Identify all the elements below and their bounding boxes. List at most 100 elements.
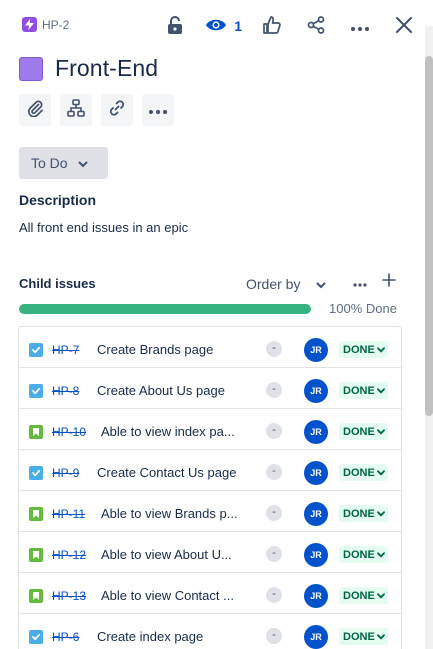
child-issues-header: Child issues Order by — [19, 273, 399, 294]
child-issue-key[interactable]: HP-12 — [52, 548, 86, 562]
task-checkbox-icon — [29, 466, 43, 480]
issue-title[interactable]: Front-End — [55, 55, 158, 82]
scrollbar-track[interactable] — [425, 26, 433, 649]
more-icon — [149, 101, 167, 119]
child-issue-key[interactable]: HP-9 — [52, 466, 79, 480]
status-lozenge-label: DONE — [343, 343, 375, 356]
child-issue-summary[interactable]: Create Brands page — [97, 342, 255, 357]
assignee-avatar[interactable]: JR — [304, 584, 328, 608]
child-issue-status-dropdown[interactable]: DONE — [339, 505, 388, 522]
child-issue-summary[interactable]: Able to view Contact ... — [101, 588, 247, 603]
unlock-icon — [167, 15, 183, 37]
child-issue-summary[interactable]: Create index page — [97, 629, 255, 644]
child-issue-key[interactable]: HP-7 — [52, 343, 79, 357]
paperclip-icon — [26, 99, 44, 122]
child-issue-summary[interactable]: Able to view About U... — [101, 547, 247, 562]
task-checkbox-icon — [29, 630, 43, 644]
status-lozenge-label: DONE — [343, 507, 375, 520]
child-issue-priority[interactable]: - — [266, 505, 282, 521]
assignee-avatar[interactable]: JR — [304, 461, 328, 485]
assignee-avatar[interactable]: JR — [304, 338, 328, 362]
child-issue-status-dropdown[interactable]: DONE — [339, 382, 388, 399]
child-issue-summary[interactable]: Create Contact Us page — [97, 465, 255, 480]
child-issue-key[interactable]: HP-10 — [52, 425, 86, 439]
link-issue-button[interactable] — [101, 94, 133, 126]
order-by-dropdown[interactable]: Order by — [246, 276, 326, 292]
child-issue-status-dropdown[interactable]: DONE — [339, 341, 388, 358]
status-lozenge-label: DONE — [343, 630, 375, 643]
assignee-avatar[interactable]: JR — [304, 625, 328, 649]
child-issue-key[interactable]: HP-13 — [52, 589, 86, 603]
assignee-avatar[interactable]: JR — [304, 543, 328, 567]
child-issue-row[interactable]: HP-13 Able to view Contact ... - JR DONE — [19, 573, 401, 614]
child-issues-progress-bar — [19, 304, 311, 314]
description-text[interactable]: All front end issues in an epic — [19, 220, 188, 235]
top-actions: 1 — [145, 12, 418, 40]
more-issue-actions-button[interactable] — [142, 94, 174, 126]
chevron-down-icon — [376, 590, 385, 602]
attach-button[interactable] — [19, 94, 51, 126]
child-issue-priority[interactable]: - — [266, 464, 282, 480]
epic-breadcrumb[interactable]: HP-2 — [22, 17, 69, 32]
add-child-issue-button[interactable] — [60, 94, 92, 126]
child-issue-summary[interactable]: Able to view Brands p... — [101, 506, 247, 521]
child-issue-summary[interactable]: Able to view index pa... — [101, 424, 247, 439]
assignee-avatar[interactable]: JR — [304, 379, 328, 403]
task-checkbox-icon — [29, 384, 43, 398]
close-button[interactable] — [390, 12, 418, 40]
more-icon — [353, 274, 367, 291]
child-issue-priority[interactable]: - — [266, 546, 282, 562]
share-button[interactable] — [302, 12, 330, 40]
child-issue-row[interactable]: HP-11 Able to view Brands p... - JR DONE — [19, 491, 401, 532]
eye-icon — [205, 18, 227, 35]
assignee-avatar[interactable]: JR — [304, 502, 328, 526]
child-issue-key[interactable]: HP-8 — [52, 384, 79, 398]
child-issue-row[interactable]: HP-7 Create Brands page - JR DONE — [19, 327, 401, 368]
status-dropdown[interactable]: To Do — [19, 147, 108, 179]
thumbs-up-icon — [263, 15, 281, 37]
child-issues-heading: Child issues — [19, 276, 96, 291]
child-issue-priority[interactable]: - — [266, 423, 282, 439]
child-issue-status-dropdown[interactable]: DONE — [339, 546, 388, 563]
plus-icon — [382, 273, 396, 291]
chevron-down-icon — [376, 549, 385, 561]
add-child-button[interactable] — [382, 273, 396, 292]
child-issue-row[interactable]: HP-8 Create About Us page - JR DONE — [19, 368, 401, 409]
chevron-down-icon — [376, 631, 385, 643]
issue-action-bar — [19, 94, 174, 126]
child-issue-row[interactable]: HP-12 Able to view About U... - JR DONE — [19, 532, 401, 573]
child-issue-priority[interactable]: - — [266, 628, 282, 644]
status-lozenge-label: DONE — [343, 548, 375, 561]
story-bookmark-icon — [29, 425, 43, 439]
child-issue-row[interactable]: HP-9 Create Contact Us page - JR DONE — [19, 450, 401, 491]
child-issue-row[interactable]: HP-6 Create index page - JR DONE — [19, 614, 401, 649]
watch-button[interactable]: 1 — [205, 12, 242, 40]
child-issue-row[interactable]: HP-10 Able to view index pa... - JR DONE — [19, 409, 401, 450]
share-icon — [307, 15, 325, 37]
chevron-down-icon — [376, 385, 385, 397]
child-issue-status-dropdown[interactable]: DONE — [339, 587, 388, 604]
child-issue-key[interactable]: HP-11 — [52, 507, 85, 521]
more-actions-button[interactable] — [346, 12, 374, 40]
child-issue-priority[interactable]: - — [266, 587, 282, 603]
close-icon — [396, 16, 412, 36]
child-issue-summary[interactable]: Create About Us page — [97, 383, 255, 398]
chevron-down-icon — [78, 155, 88, 171]
child-issue-key[interactable]: HP-6 — [52, 630, 79, 644]
title-row: Front-End — [19, 55, 158, 82]
child-issue-status-dropdown[interactable]: DONE — [339, 628, 388, 645]
child-issue-priority[interactable]: - — [266, 382, 282, 398]
vote-button[interactable] — [258, 12, 286, 40]
top-bar: HP-2 1 — [0, 0, 433, 52]
assignee-avatar[interactable]: JR — [304, 420, 328, 444]
status-lozenge-label: DONE — [343, 425, 375, 438]
story-bookmark-icon — [29, 548, 43, 562]
child-issue-status-dropdown[interactable]: DONE — [339, 423, 388, 440]
child-issue-status-dropdown[interactable]: DONE — [339, 464, 388, 481]
progress-label: 100% Done — [329, 301, 397, 316]
story-bookmark-icon — [29, 589, 43, 603]
restrictions-button[interactable] — [161, 12, 189, 40]
scrollbar-thumb[interactable] — [425, 56, 433, 416]
child-issue-priority[interactable]: - — [266, 341, 282, 357]
child-issues-more-button[interactable] — [353, 274, 367, 292]
